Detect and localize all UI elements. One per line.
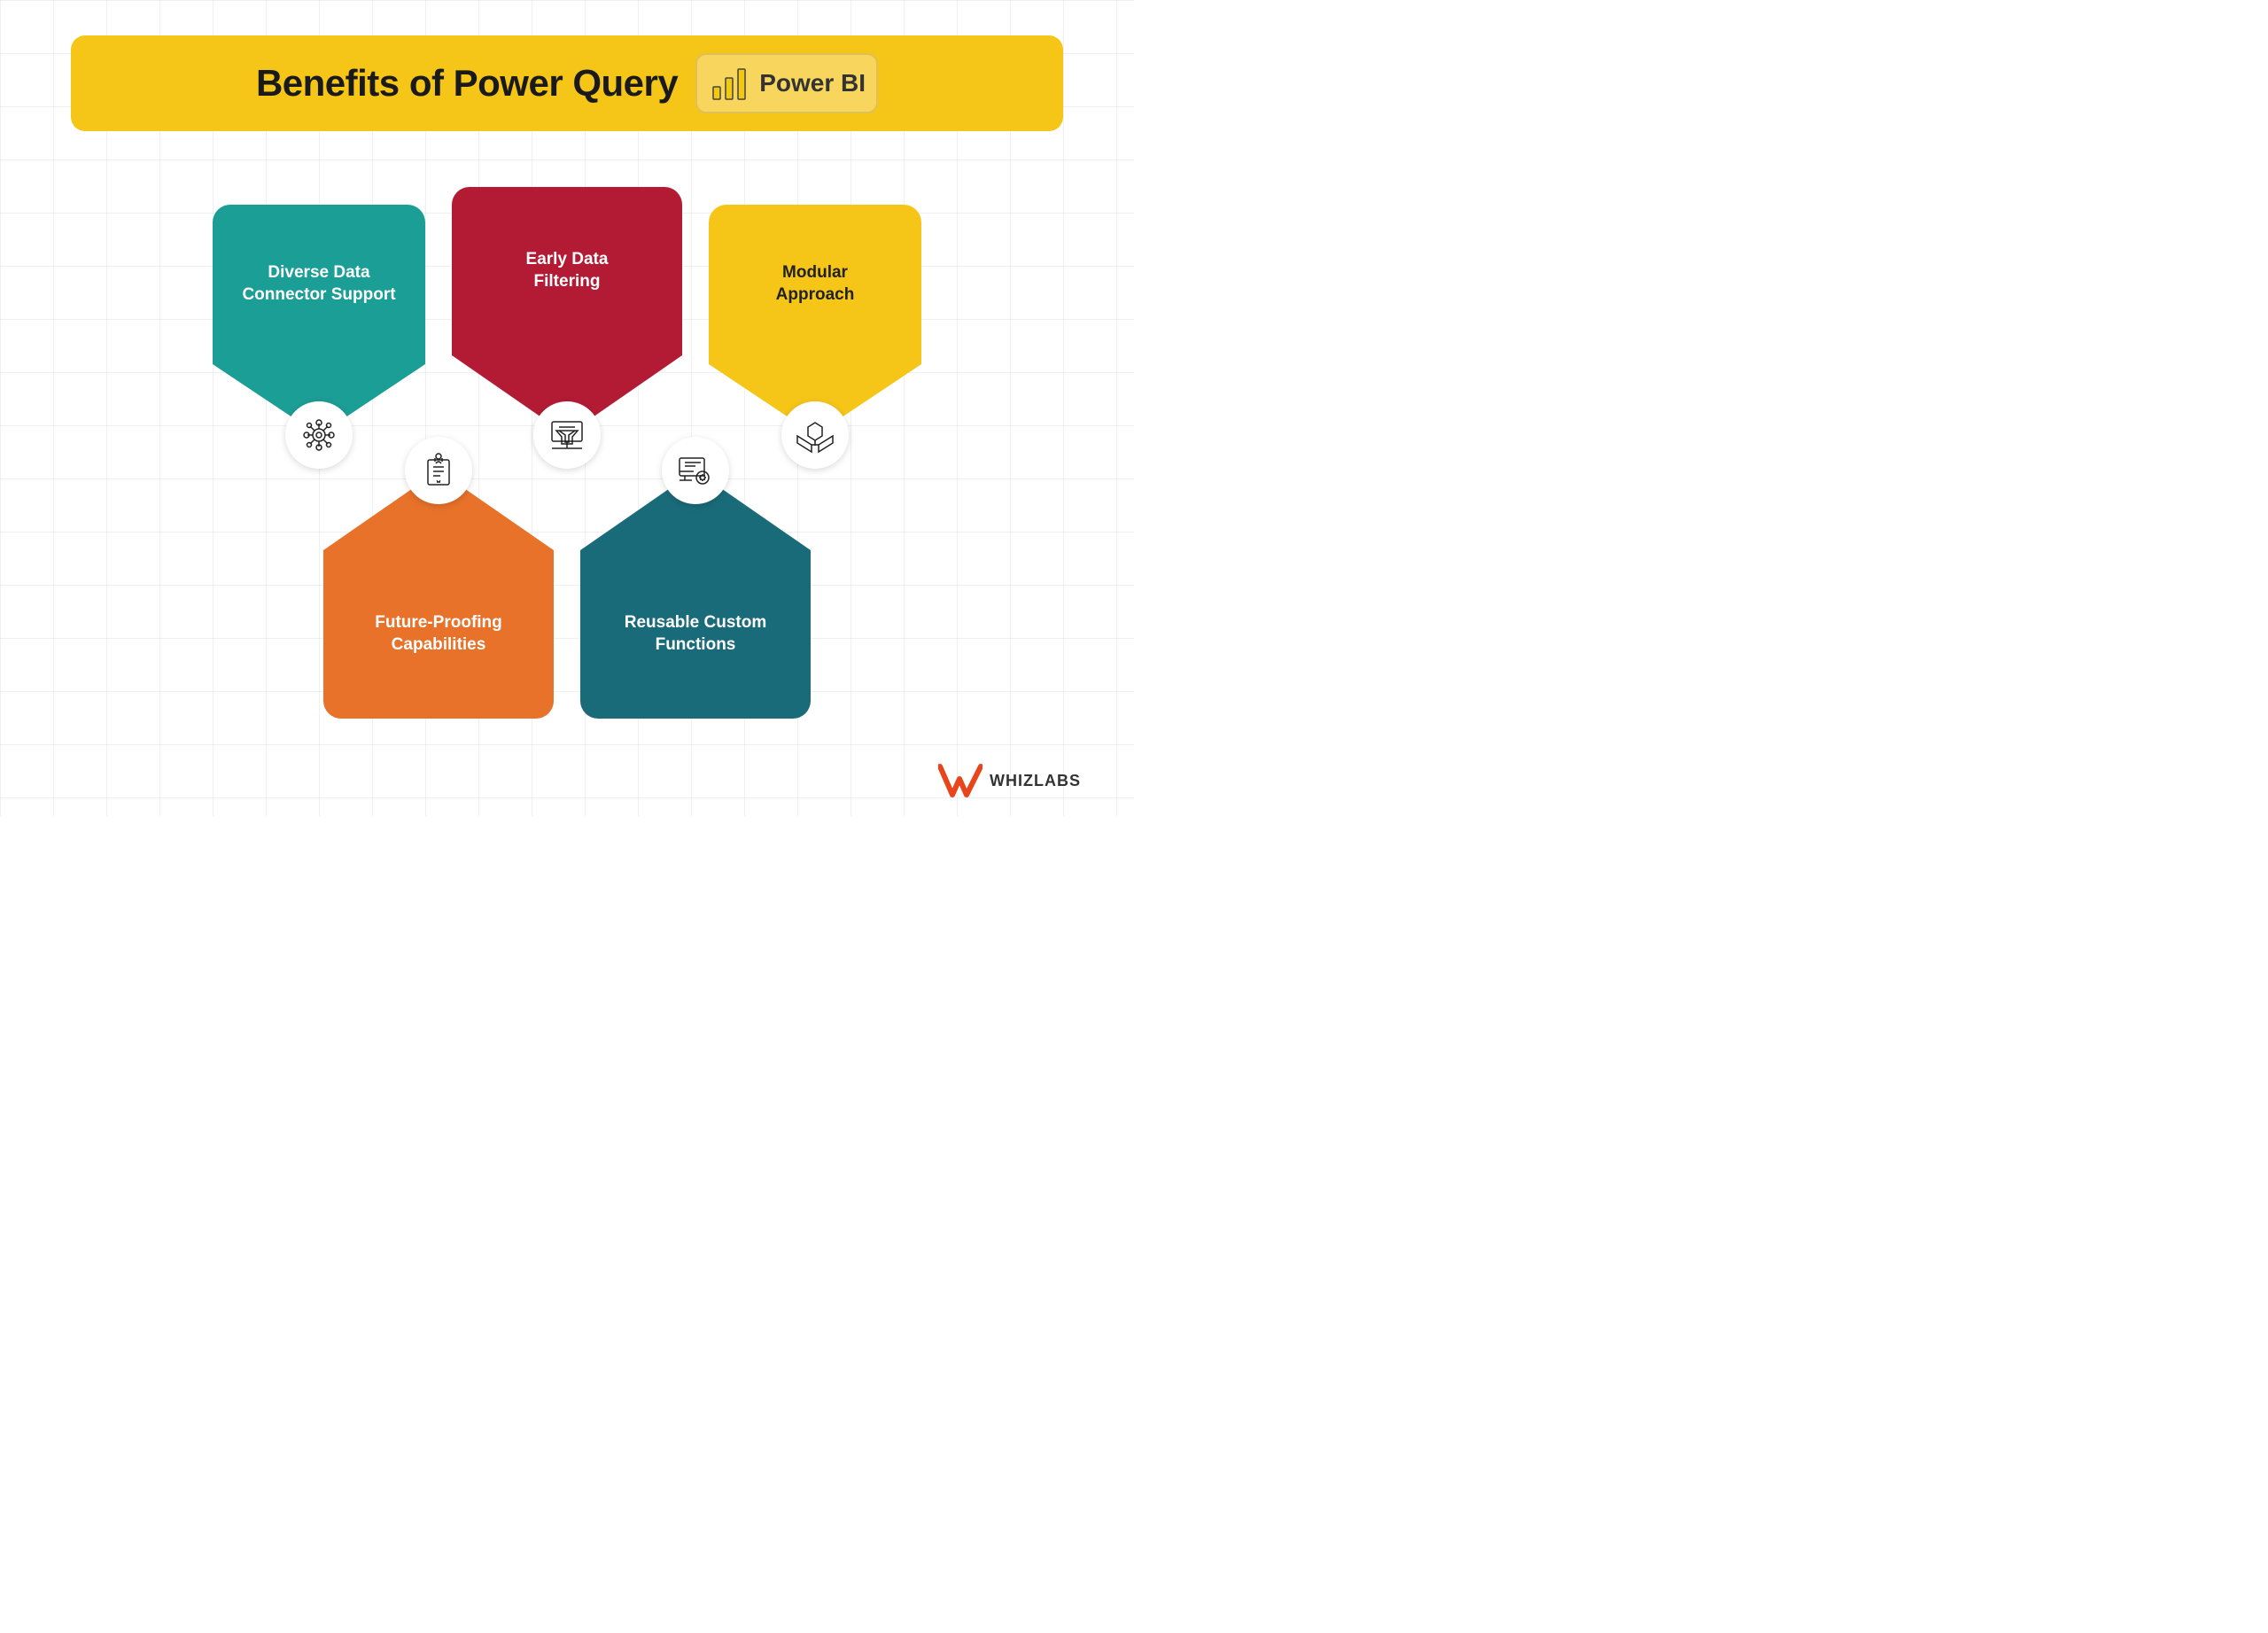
card-modular-label: ModularApproach [776,262,855,306]
card-future-bottom: Future-ProofingCapabilities [323,550,554,719]
card-diverse-label: Diverse DataConnector Support [242,262,395,306]
modules-icon [796,416,835,455]
filter-icon [548,416,586,455]
card-modular-top: ModularApproach [709,205,921,364]
card-filter-top: Early DataFiltering [452,187,682,355]
card-future-icon-circle [405,437,472,504]
cards-area: Diverse DataConnector Support [0,142,1134,763]
header-banner: Benefits of Power Query Power BI [71,35,1063,131]
footer-logo: WHIZLABS [938,763,1081,798]
card-early-filter: Early DataFiltering [452,187,682,435]
card-diverse-data: Diverse DataConnector Support [213,205,425,435]
functions-icon [676,451,715,490]
card-diverse-top: Diverse DataConnector Support [213,205,425,364]
card-diverse-icon-circle [285,401,353,469]
whizlabs-icon [938,763,983,798]
powerbi-icon [708,62,750,105]
powerbi-badge: Power BI [695,53,878,113]
card-future-proof: Future-ProofingCapabilities [323,470,554,719]
card-modular-icon-circle [781,401,849,469]
card-modular: ModularApproach [709,205,921,435]
card-future-label: Future-ProofingCapabilities [375,612,502,656]
powerbi-label: Power BI [759,69,866,97]
top-row: Diverse DataConnector Support [213,187,921,435]
connector-icon [299,416,338,455]
card-filter-label: Early DataFiltering [526,249,609,292]
bottom-row: Future-ProofingCapabilities [323,470,811,719]
card-filter-icon-circle [533,401,601,469]
card-reusable-label: Reusable CustomFunctions [625,612,766,656]
card-reusable-icon-circle [662,437,729,504]
brand-label: WHIZLABS [990,772,1081,790]
page-title: Benefits of Power Query [256,62,678,105]
card-reusable: Reusable CustomFunctions [580,470,811,719]
card-reusable-bottom: Reusable CustomFunctions [580,550,811,719]
checklist-icon [419,451,458,490]
